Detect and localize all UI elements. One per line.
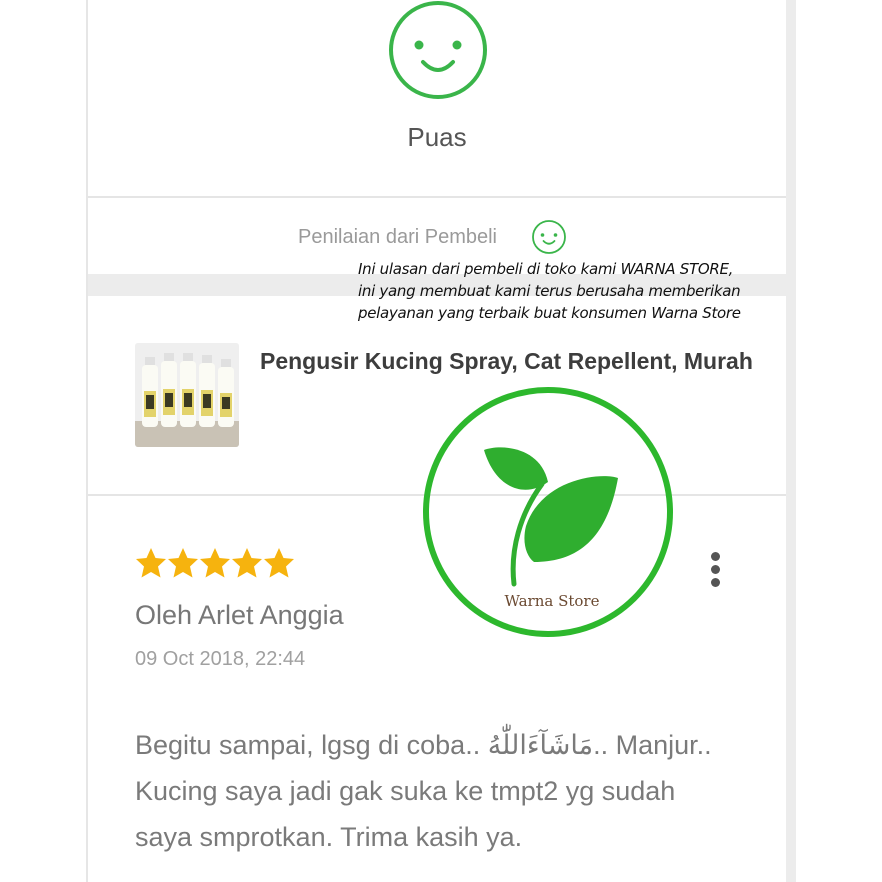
product-title[interactable]: Pengusir Kucing Spray, Cat Repellent, Mu… [260, 348, 753, 375]
review-text-line: Kucing saya jadi gak suka ke tmpt2 yg su… [135, 776, 676, 806]
star-icon [168, 548, 198, 578]
reviewer-name: Oleh Arlet Anggia [135, 600, 344, 630]
caption-line: pelayanan yang terbaik buat konsumen War… [358, 304, 741, 322]
star-rating [135, 546, 295, 582]
product-bottles-image [135, 343, 239, 447]
smiley-face-icon [532, 220, 566, 254]
star-icon [200, 548, 230, 578]
star-icon [136, 548, 166, 578]
product-thumbnail[interactable] [135, 343, 239, 447]
review-text-line: saya smprotkan. Trima kasih ya. [135, 822, 523, 852]
caption-line: ini yang membuat kami terus berusaha mem… [358, 282, 741, 300]
right-gutter [796, 0, 882, 882]
review-date: 09 Oct 2018, 22:44 [135, 648, 306, 670]
divider [88, 196, 786, 198]
overlay-caption: Ini ulasan dari pembeli di toko kami WAR… [358, 258, 778, 324]
buyer-rating-row: Penilaian dari Pembeli [88, 218, 786, 258]
rating-label: Puas [407, 122, 467, 152]
review-text: Begitu sampai, lgsg di coba.. مَاشَآءَال… [135, 722, 755, 860]
smiley-face-icon [389, 1, 487, 99]
review-text-line: Begitu sampai, lgsg di coba.. مَاشَآءَال… [135, 730, 712, 760]
logo-brand-text: Warna Store [505, 592, 600, 610]
left-gutter [0, 0, 86, 882]
more-vertical-icon[interactable] [702, 548, 728, 590]
star-icon [264, 548, 294, 578]
caption-line: Ini ulasan dari pembeli di toko kami WAR… [358, 260, 734, 278]
warna-store-logo: Warna Store [423, 387, 673, 637]
star-icon [232, 548, 262, 578]
card-border-right [786, 0, 796, 882]
buyer-rating-label: Penilaian dari Pembeli [298, 226, 498, 248]
